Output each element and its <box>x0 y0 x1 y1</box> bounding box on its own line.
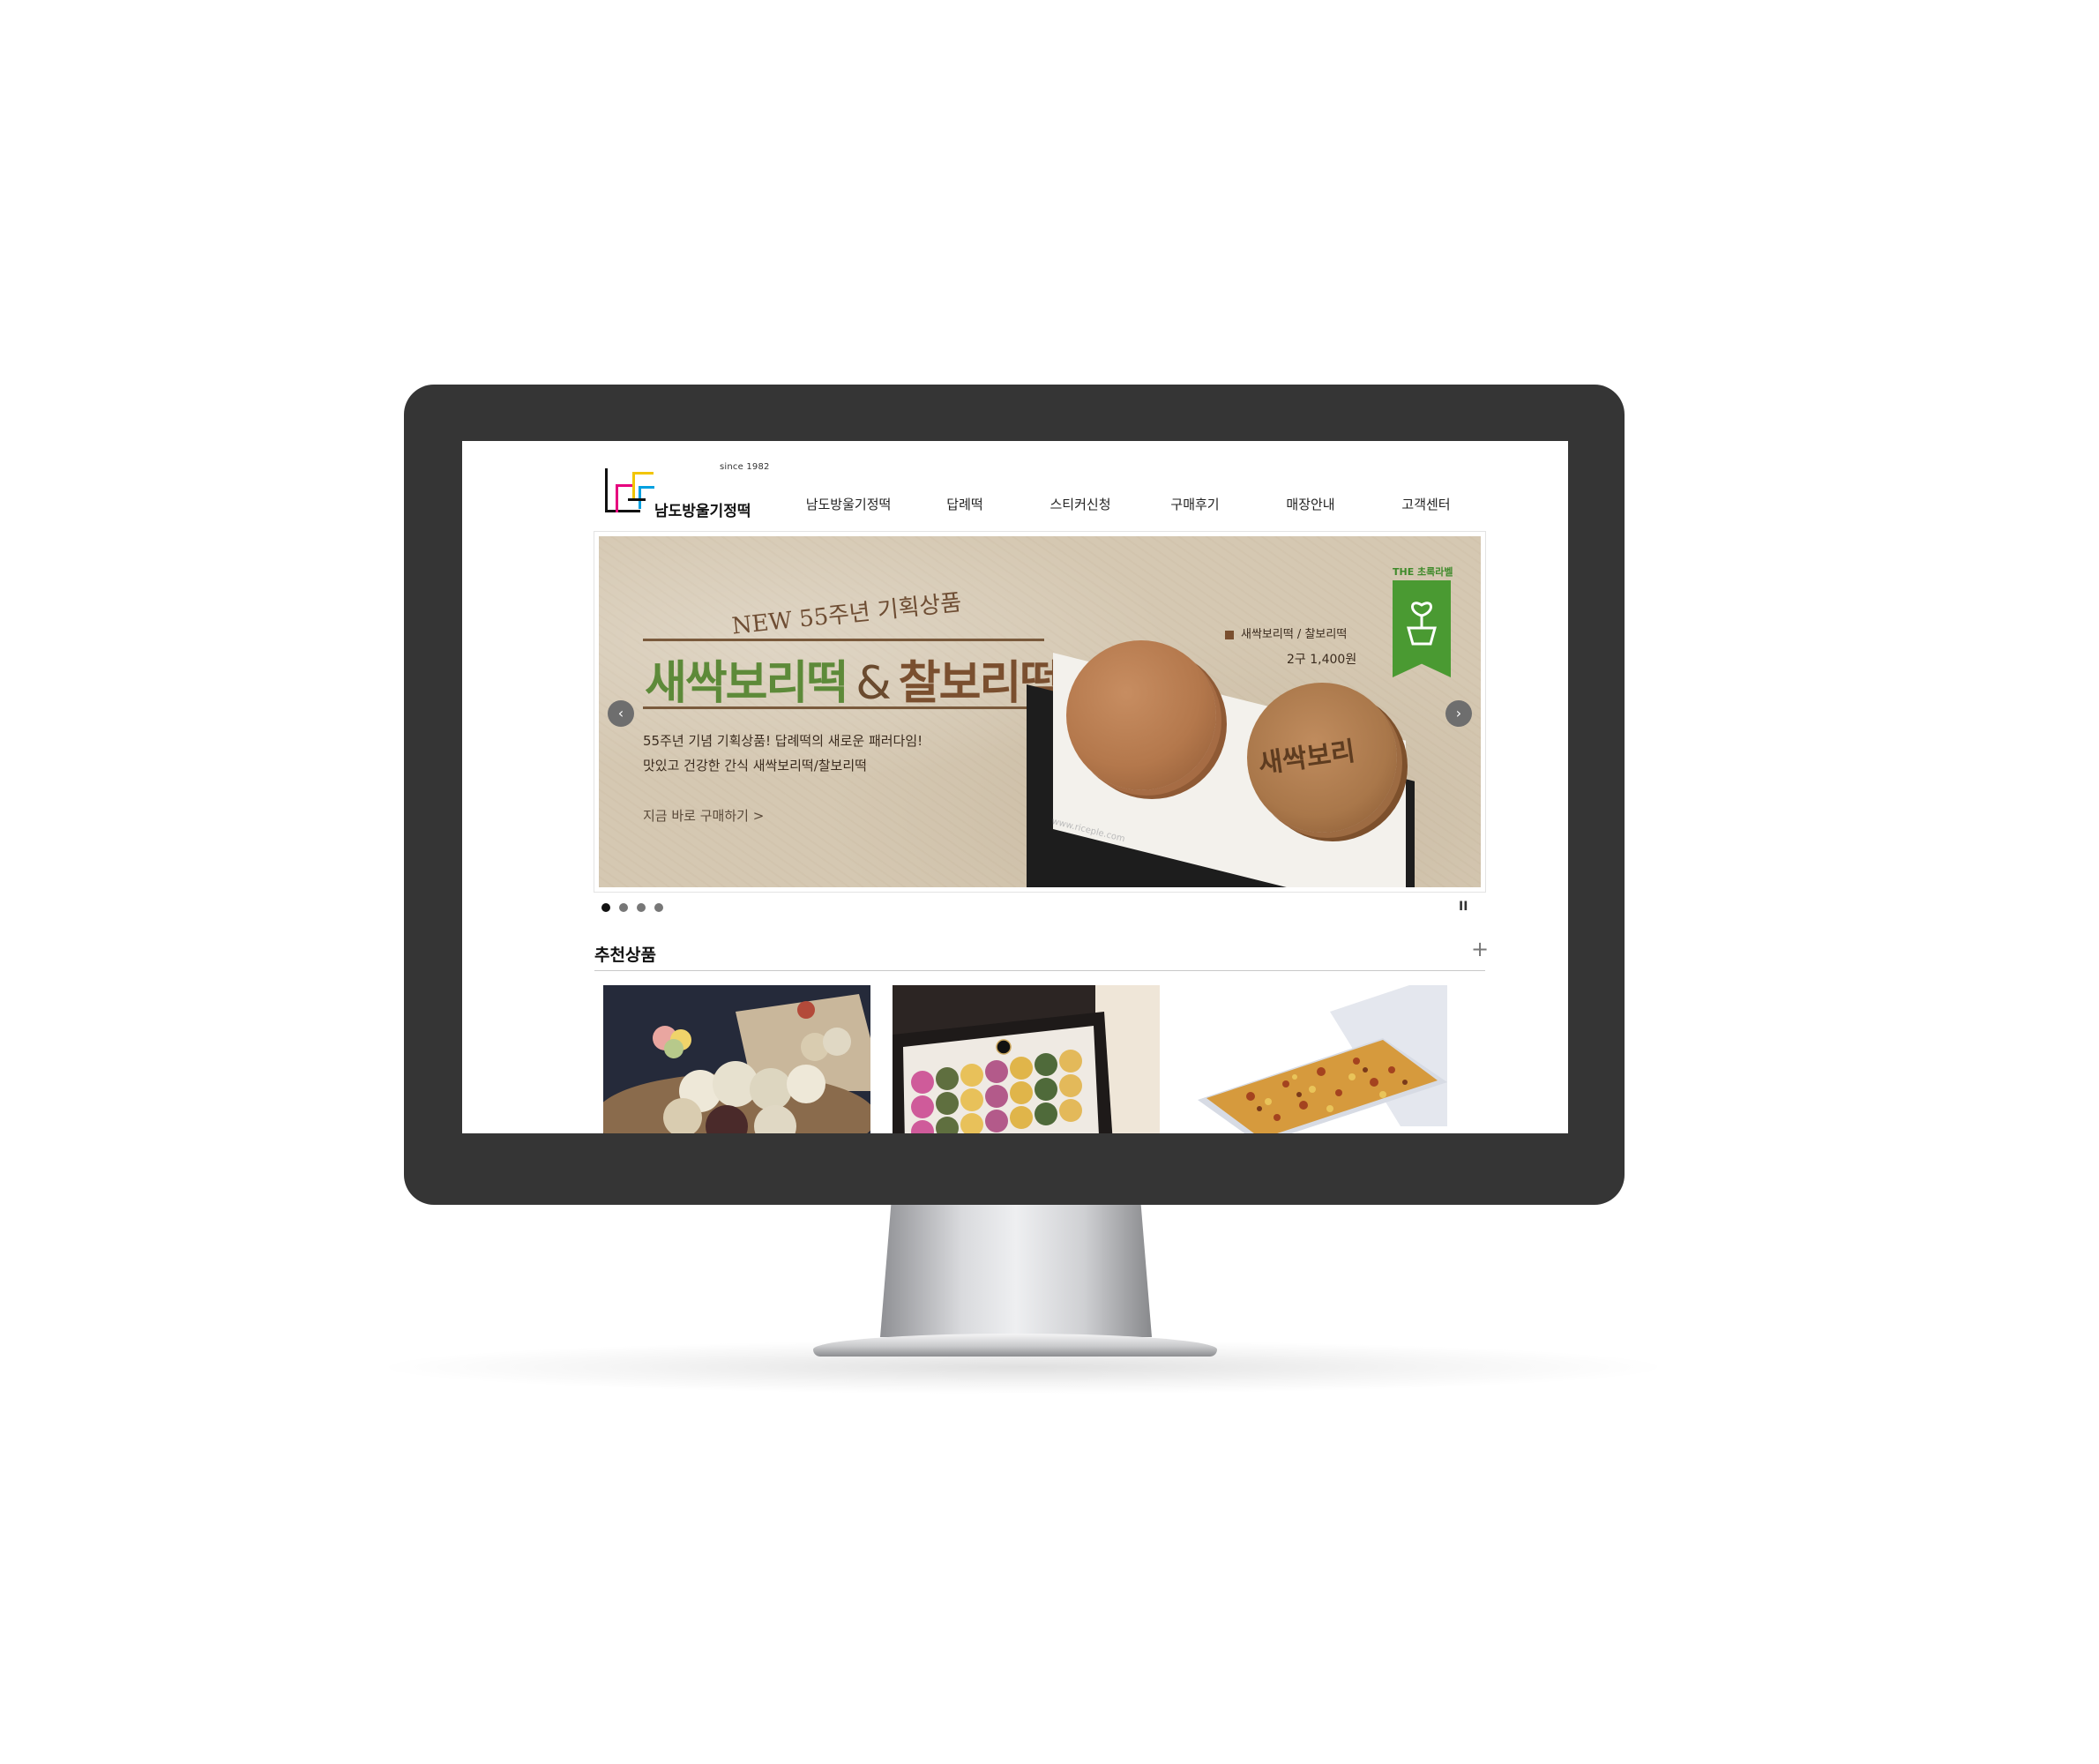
banner-desc-line1: 55주년 기념 기획상품! 답례떡의 새로운 패러다임! <box>643 733 923 749</box>
logo-text: 남도방울기정떡 <box>654 503 751 520</box>
nav-item-dapryetteok[interactable]: 답례떡 <box>946 495 982 513</box>
monitor-stand-neck <box>880 1205 1152 1337</box>
product-thumb-2[interactable] <box>893 985 1160 1133</box>
banner-product-name: 새싹보리떡 / 찰보리떡 <box>1225 624 1347 641</box>
slider-next-arrow[interactable]: › <box>1445 700 1472 727</box>
nav-item-reviews[interactable]: 구매후기 <box>1170 495 1219 513</box>
nav-item-support[interactable]: 고객센터 <box>1401 495 1450 513</box>
product-thumb-1[interactable] <box>603 985 870 1133</box>
green-label-badge: THE 초록라벨 <box>1393 564 1453 677</box>
slider-prev-arrow[interactable]: ‹ <box>608 700 634 727</box>
nav-item-sticker[interactable]: 스티커신청 <box>1050 495 1110 513</box>
section-divider <box>594 970 1485 971</box>
since-label: since 1982 <box>720 462 770 472</box>
slider-dot-2[interactable] <box>619 903 628 912</box>
rice-cake-plate-image <box>603 985 870 1133</box>
banner-headline-small: NEW 55주년 기획상품 <box>730 589 963 640</box>
barley-cake-plain <box>1066 640 1216 790</box>
banner-title-amp: & <box>855 657 892 710</box>
monitor-bezel: since 1982 남도방울기정떡 남도방울기정떡 답례떡 스티커신청 구매후… <box>404 385 1625 1205</box>
monitor-stand-base <box>813 1334 1217 1357</box>
bullet-square-icon <box>1225 630 1234 639</box>
banner-divider-top <box>643 639 1044 641</box>
site-logo[interactable]: since 1982 남도방울기정떡 <box>603 460 780 520</box>
banner-description: 55주년 기념 기획상품! 답례떡의 새로운 패러다임! 맛있고 건강한 간식 … <box>643 729 923 778</box>
banner-title-part1: 새싹보리떡 <box>645 657 848 710</box>
slider-dot-4[interactable] <box>654 903 663 912</box>
website: since 1982 남도방울기정떡 남도방울기정떡 답례떡 스티커신청 구매후… <box>462 441 1568 1133</box>
banner-cta-link[interactable]: 지금 바로 구매하기 > <box>643 806 764 825</box>
slider-pause-button[interactable]: II <box>1459 900 1468 914</box>
logo-mark-icon <box>605 468 654 512</box>
sprout-pot-icon <box>1407 602 1437 646</box>
badge-ribbon <box>1393 580 1451 677</box>
banner-title: 새싹보리떡 & 찰보리떡 <box>645 646 1062 712</box>
banner-product-price: 2구 1,400원 <box>1287 653 1357 667</box>
banner-desc-line2: 맛있고 건강한 간식 새싹보리떡/찰보리떡 <box>643 758 867 774</box>
more-plus-icon[interactable]: + <box>1471 937 1489 961</box>
colored-rice-balls-box-image <box>893 985 1160 1133</box>
product-thumb-3[interactable] <box>1180 985 1447 1133</box>
section-title-recommended: 추천상품 <box>594 946 656 965</box>
monitor-screen: since 1982 남도방울기정떡 남도방울기정떡 답례떡 스티커신청 구매후… <box>462 441 1568 1133</box>
nav-item-stores[interactable]: 매장안내 <box>1286 495 1334 513</box>
hero-banner[interactable]: NEW 55주년 기획상품 새싹보리떡 & 찰보리떡 55주년 기념 기획상품! 답… <box>599 536 1481 887</box>
nav-item-bangul[interactable]: 남도방울기정떡 <box>806 495 892 513</box>
yaksik-box-image <box>1180 985 1447 1133</box>
badge-text: THE 초록라벨 <box>1393 566 1453 578</box>
product-box-image: 새싹보리 www.riceple.com <box>1027 632 1415 887</box>
slider-dot-1[interactable] <box>601 903 610 912</box>
banner-divider-bottom <box>643 706 1044 709</box>
hero-slider: NEW 55주년 기획상품 새싹보리떡 & 찰보리떡 55주년 기념 기획상품! 답… <box>594 531 1486 893</box>
slider-dot-3[interactable] <box>637 903 646 912</box>
